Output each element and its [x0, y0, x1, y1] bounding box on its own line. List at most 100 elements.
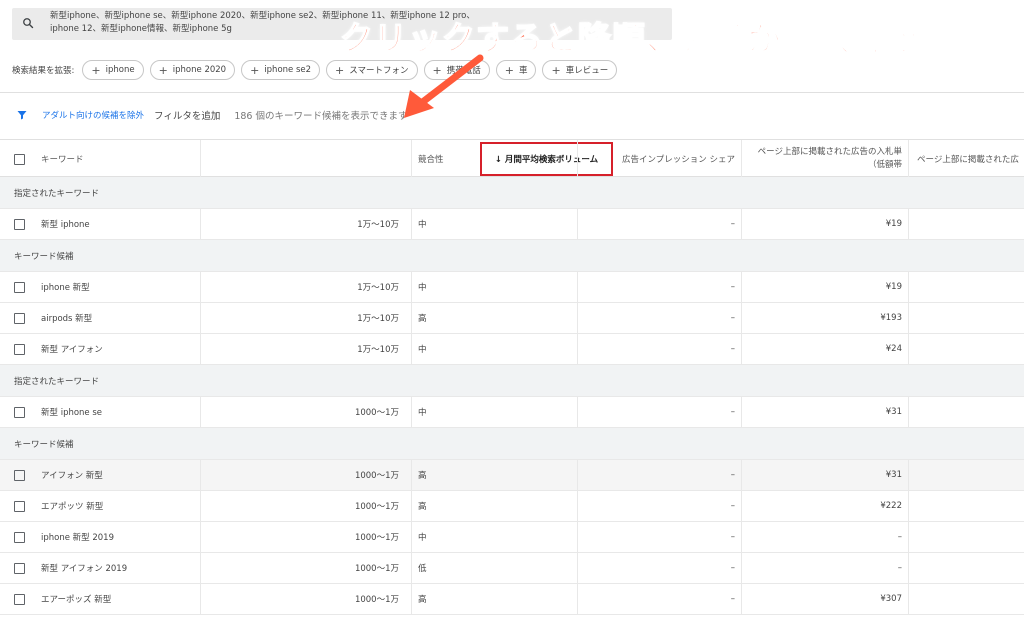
- group-header-row: キーワード候補: [0, 428, 1024, 460]
- filter-icon[interactable]: [16, 109, 28, 121]
- row-checkbox[interactable]: [14, 312, 25, 324]
- table-row[interactable]: エアポッツ 新型 1000～1万高 – ¥222: [0, 491, 1024, 522]
- group-label: 指定されたキーワード: [14, 376, 100, 387]
- header-bid-low-sub: （低額帯: [867, 160, 902, 170]
- row-checkbox[interactable]: [14, 343, 25, 355]
- header-impression-share[interactable]: 広告インプレッション シェア: [578, 140, 742, 178]
- row-checkbox[interactable]: [14, 281, 25, 293]
- exclude-adult-filter[interactable]: アダルト向けの候補を除外: [42, 109, 144, 121]
- chip-iphone[interactable]: + iphone: [82, 60, 144, 80]
- header-bid-high[interactable]: ページ上部に掲載された広: [909, 140, 1024, 178]
- keyword-text: 新型 iphone se: [41, 408, 103, 418]
- chip-car[interactable]: + 車: [495, 60, 537, 80]
- header-keyword-label: キーワード: [41, 155, 84, 165]
- chip-label: iphone se2: [264, 65, 312, 75]
- search-icon: [23, 18, 34, 29]
- keyword-cell: 新型 iphone se: [0, 397, 201, 427]
- keyword-cell: エアーポッズ 新型: [0, 584, 201, 614]
- impression-share-cell: –: [578, 460, 742, 490]
- plus-icon: +: [551, 63, 561, 77]
- bid-high-cell: [909, 553, 1024, 583]
- keyword-text: airpods 新型: [41, 314, 93, 324]
- keyword-text: 新型 アイフォン 2019: [41, 564, 128, 574]
- chip-iphone-se2[interactable]: + iphone se2: [241, 60, 321, 80]
- row-checkbox[interactable]: [14, 469, 25, 481]
- expand-label: 検索結果を拡張:: [12, 66, 75, 76]
- bid-high-cell: [909, 522, 1024, 552]
- header-bid-low[interactable]: ページ上部に掲載された広告の入札単 （低額帯: [742, 140, 909, 178]
- keyword-cell: アイフォン 新型: [0, 460, 201, 490]
- keyword-text: エアーポッズ 新型: [41, 595, 112, 605]
- table-row[interactable]: 新型 アイフォン 1万～10万中 – ¥24: [0, 334, 1024, 365]
- table-row[interactable]: iphone 新型 1万～10万中 – ¥19: [0, 272, 1024, 303]
- header-bid-low-label: ページ上部に掲載された広告の入札単: [757, 147, 902, 157]
- row-checkbox[interactable]: [14, 406, 25, 418]
- bid-low-cell: ¥31: [742, 397, 909, 427]
- table-row[interactable]: iphone 新型 2019 1000～1万中 – –: [0, 522, 1024, 553]
- group-header-row: 指定されたキーワード: [0, 177, 1024, 209]
- volume-cell: 1000～1万: [201, 397, 412, 427]
- volume-cell: 1000～1万: [201, 553, 412, 583]
- table-row[interactable]: 新型 アイフォン 2019 1000～1万低 – –: [0, 553, 1024, 584]
- chip-iphone-2020[interactable]: + iphone 2020: [149, 60, 236, 80]
- annotation-arrow-icon: [404, 54, 484, 118]
- keyword-ideas-table: キーワード ↓ 月間平均検索ボリューム 競合性 広告インプレッション シェア ペ…: [0, 139, 1024, 615]
- header-competition[interactable]: 競合性: [412, 140, 578, 178]
- group-label: 指定されたキーワード: [14, 188, 100, 199]
- keyword-text: iphone 新型: [41, 283, 90, 293]
- impression-share-cell: –: [578, 584, 742, 614]
- keyword-text: 新型 アイフォン: [41, 345, 103, 355]
- table-row[interactable]: 新型 iphone se 1000～1万中 – ¥31: [0, 397, 1024, 428]
- bid-high-cell: [909, 460, 1024, 490]
- impression-share-cell: –: [578, 491, 742, 521]
- row-checkbox[interactable]: [14, 562, 25, 574]
- add-filter-button[interactable]: フィルタを追加: [154, 108, 220, 122]
- select-all-checkbox[interactable]: [14, 153, 25, 165]
- bid-low-cell: ¥222: [742, 491, 909, 521]
- competition-cell: 高: [412, 584, 578, 614]
- group-label: キーワード候補: [14, 251, 74, 262]
- bid-high-cell: [909, 209, 1024, 239]
- bid-high-cell: [909, 334, 1024, 364]
- competition-cell: 中: [412, 209, 578, 239]
- plus-icon: +: [91, 63, 101, 77]
- chip-label: 車レビュー: [565, 66, 609, 76]
- keyword-cell: airpods 新型: [0, 303, 201, 333]
- row-checkbox[interactable]: [14, 500, 25, 512]
- bid-low-cell: ¥31: [742, 460, 909, 490]
- keyword-text: iphone 新型 2019: [41, 533, 114, 543]
- row-checkbox[interactable]: [14, 218, 25, 230]
- header-volume[interactable]: ↓ 月間平均検索ボリューム: [201, 140, 613, 178]
- chip-car-review[interactable]: + 車レビュー: [542, 60, 618, 80]
- volume-cell: 1000～1万: [201, 460, 412, 490]
- filter-row: アダルト向けの候補を除外 フィルタを追加 186 個のキーワード候補を表示できま…: [16, 106, 407, 124]
- competition-cell: 低: [412, 553, 578, 583]
- keyword-text: 新型 iphone: [41, 220, 90, 230]
- header-share-label: 広告インプレッション シェア: [622, 155, 735, 165]
- table-row[interactable]: 新型 iphone 1万～10万中 – ¥19: [0, 209, 1024, 240]
- bid-high-cell: [909, 303, 1024, 333]
- bid-high-cell: [909, 397, 1024, 427]
- bid-high-cell: [909, 491, 1024, 521]
- table-row[interactable]: アイフォン 新型 1000～1万高 – ¥31: [0, 460, 1024, 491]
- row-checkbox[interactable]: [14, 593, 25, 605]
- plus-icon: +: [250, 63, 260, 77]
- competition-cell: 高: [412, 491, 578, 521]
- table-row[interactable]: エアーポッズ 新型 1000～1万高 – ¥307: [0, 584, 1024, 615]
- bid-low-cell: ¥19: [742, 209, 909, 239]
- table-row[interactable]: airpods 新型 1万～10万高 – ¥193: [0, 303, 1024, 334]
- group-header-row: 指定されたキーワード: [0, 365, 1024, 397]
- keyword-cell: 新型 アイフォン 2019: [0, 553, 201, 583]
- chip-label: iphone: [105, 65, 135, 75]
- row-checkbox[interactable]: [14, 531, 25, 543]
- plus-icon: +: [504, 63, 514, 77]
- header-keyword[interactable]: キーワード: [0, 140, 201, 178]
- plus-icon: +: [335, 63, 345, 77]
- volume-cell: 1万～10万: [201, 272, 412, 302]
- table-body: 指定されたキーワード 新型 iphone 1万～10万中 – ¥19 キーワード候補 iph…: [0, 177, 1024, 615]
- keyword-cell: iphone 新型 2019: [0, 522, 201, 552]
- header-competition-label: 競合性: [418, 155, 444, 165]
- competition-cell: 中: [412, 522, 578, 552]
- impression-share-cell: –: [578, 209, 742, 239]
- impression-share-cell: –: [578, 272, 742, 302]
